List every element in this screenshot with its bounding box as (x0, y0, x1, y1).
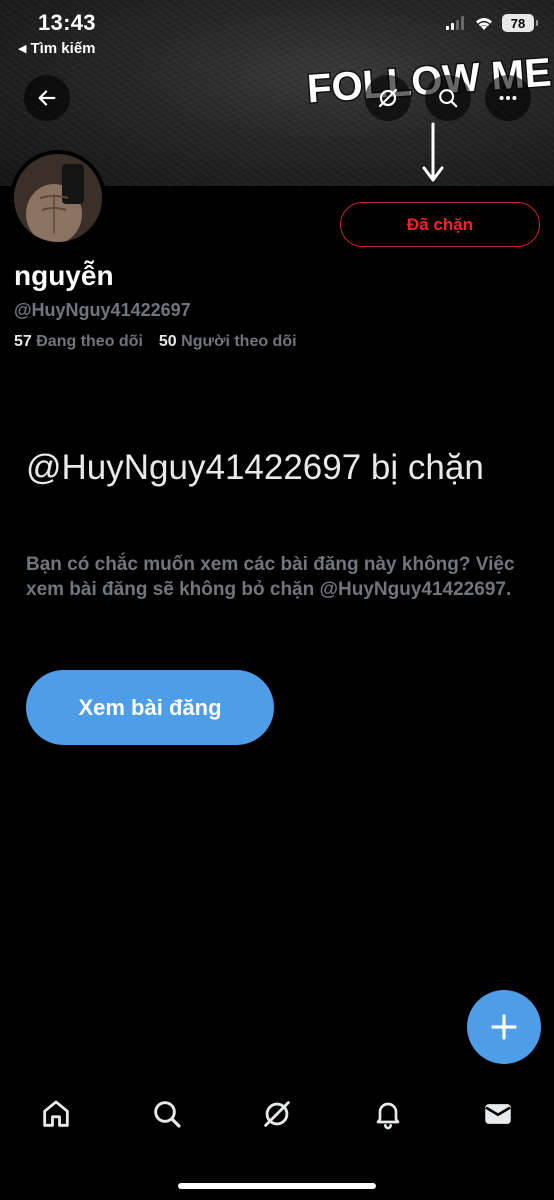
status-icons: 78 (446, 14, 538, 32)
follow-stats: 57 Đang theo dõi 50 Người theo dõi (14, 333, 297, 351)
avatar[interactable] (10, 150, 106, 246)
signal-icon (446, 16, 464, 30)
home-icon (43, 1100, 69, 1127)
battery-indicator: 78 (502, 14, 538, 32)
home-indicator (178, 1183, 376, 1189)
blocked-title: @HuyNguy41422697 bị chặn (26, 448, 484, 487)
grok-button[interactable] (365, 75, 411, 121)
view-posts-button[interactable]: Xem bài đăng (26, 670, 274, 745)
mail-icon (485, 1104, 511, 1124)
more-button[interactable] (485, 75, 531, 121)
avatar-image (14, 154, 102, 242)
nav-notifications[interactable] (370, 1096, 406, 1132)
bell-icon (376, 1102, 399, 1130)
plus-icon (491, 1014, 517, 1040)
back-to-app-link[interactable]: ◀ Tìm kiếm (18, 40, 96, 57)
back-button[interactable] (24, 75, 70, 121)
followers-label: Người theo dõi (181, 333, 297, 350)
following-link[interactable]: 57 Đang theo dõi (14, 333, 143, 351)
following-count: 57 (14, 333, 32, 350)
following-label: Đang theo dõi (36, 333, 143, 350)
followers-link[interactable]: 50 Người theo dõi (159, 333, 297, 351)
blocked-description: Bạn có chắc muốn xem các bài đăng này kh… (26, 554, 515, 600)
nav-messages[interactable] (480, 1096, 516, 1132)
arrow-down-icon (422, 122, 444, 182)
search-icon (153, 1101, 181, 1128)
compose-fab[interactable] (467, 990, 541, 1064)
nav-search[interactable] (149, 1096, 185, 1132)
arrow-left-icon (38, 90, 56, 106)
search-button[interactable] (425, 75, 471, 121)
bottom-nav (0, 1082, 554, 1146)
blocked-button[interactable]: Đã chặn (340, 202, 540, 247)
display-name: nguyễn (14, 260, 114, 291)
search-icon (439, 89, 458, 108)
more-horizontal-icon (499, 95, 517, 101)
status-bar: 13:43 ◀ Tìm kiếm 78 (0, 0, 554, 70)
nav-home[interactable] (38, 1096, 74, 1132)
status-time: 13:43 (38, 10, 96, 35)
back-triangle-icon: ◀ (18, 43, 27, 55)
followers-count: 50 (158, 333, 177, 350)
wifi-icon (476, 17, 492, 30)
nav-grok[interactable] (259, 1096, 295, 1132)
user-handle: @HuyNguy41422697 (14, 300, 191, 320)
grok-icon (264, 1101, 290, 1127)
grok-icon (378, 88, 398, 108)
back-app-label: Tìm kiếm (30, 40, 96, 57)
